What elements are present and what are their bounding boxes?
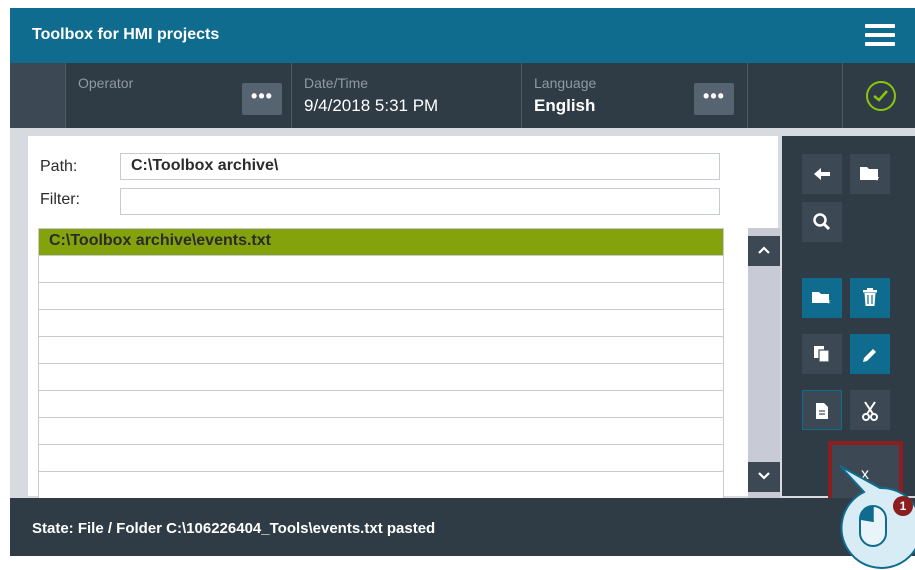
app-title: Toolbox for HMI projects [32, 26, 220, 43]
document-icon [816, 403, 828, 419]
status-text: State: File / Folder C:\106226404_Tools\… [32, 520, 436, 537]
list-item[interactable] [39, 337, 723, 364]
scroll-up-button[interactable] [748, 236, 780, 266]
open-folder-button[interactable] [850, 154, 890, 194]
operator-more-button[interactable]: ••• [242, 83, 282, 115]
language-cell: Language English ••• [522, 63, 748, 128]
delete-button[interactable] [850, 278, 890, 318]
check-circle-icon[interactable] [866, 81, 896, 111]
paste-button[interactable] [802, 390, 842, 430]
list-item[interactable] [39, 283, 723, 310]
list-item[interactable] [39, 445, 723, 472]
cut-button[interactable] [850, 390, 890, 430]
language-value: English [534, 96, 596, 115]
list-item[interactable] [39, 418, 723, 445]
hamburger-menu-icon[interactable] [865, 24, 895, 48]
back-button[interactable] [802, 154, 842, 194]
mouse-click-callout-icon [839, 465, 915, 569]
svg-text:*: * [826, 299, 831, 308]
title-bar: Toolbox for HMI projects [10, 8, 915, 63]
datetime-cell: Date/Time 9/4/2018 5:31 PM [292, 63, 522, 128]
list-scrollbar[interactable] [748, 228, 780, 500]
arrow-left-icon [814, 168, 830, 180]
trash-icon [863, 288, 877, 306]
datetime-value: 9/4/2018 5:31 PM [304, 96, 439, 115]
scroll-down-button[interactable] [748, 462, 780, 492]
step-badge: 1 [893, 496, 913, 516]
filter-label: Filter: [40, 191, 80, 208]
rename-button[interactable] [850, 334, 890, 374]
new-folder-icon: * [812, 292, 831, 309]
search-icon [813, 213, 831, 231]
path-field[interactable]: C:\Toolbox archive\ [120, 153, 720, 180]
list-item[interactable] [39, 256, 723, 283]
header-handle [10, 63, 66, 128]
datetime-label: Date/Time [304, 75, 369, 91]
operator-cell: Operator ••• [66, 63, 292, 128]
list-item-selected[interactable]: C:\Toolbox archive\events.txt [39, 229, 723, 256]
new-folder-button[interactable]: * [802, 278, 842, 318]
toolbar-panel: * x [782, 136, 915, 506]
language-label: Language [534, 75, 597, 91]
header-info-bar: Operator ••• Date/Time 9/4/2018 5:31 PM … [10, 63, 915, 128]
copy-icon [814, 346, 830, 363]
file-browser-panel: Path: C:\Toolbox archive\ Filter: C:\Too… [28, 136, 780, 500]
path-label: Path: [40, 158, 78, 175]
operator-label: Operator [78, 75, 134, 91]
scissors-icon [862, 401, 878, 421]
hmi-window: Toolbox for HMI projects Operator ••• Da… [10, 8, 915, 556]
header-spacer [748, 63, 843, 128]
file-list: C:\Toolbox archive\events.txt [38, 228, 724, 500]
search-button[interactable] [802, 202, 842, 242]
list-item[interactable] [39, 472, 723, 499]
language-more-button[interactable]: ••• [694, 83, 734, 115]
filter-field[interactable] [120, 188, 720, 215]
pencil-icon [863, 349, 876, 362]
list-item[interactable] [39, 364, 723, 391]
chevron-down-icon [758, 472, 770, 480]
list-item[interactable] [39, 391, 723, 418]
status-bar: State: File / Folder C:\106226404_Tools\… [10, 498, 915, 556]
list-item[interactable] [39, 310, 723, 337]
copy-button[interactable] [802, 334, 842, 374]
chevron-up-icon [758, 246, 770, 254]
folder-download-icon [860, 167, 879, 181]
